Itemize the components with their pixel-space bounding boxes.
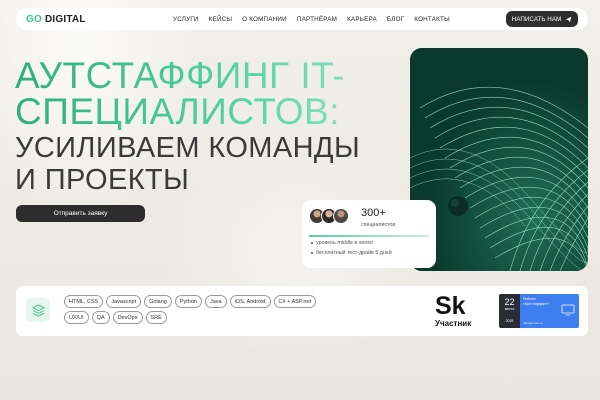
rating-info: Рейтинг «Аутстаффинг» ratingruneta.ru	[520, 294, 579, 328]
header-nav: GO DIGITAL УСЛУГИ КЕЙСЫ О КОМПАНИИ ПАРТН…	[16, 8, 588, 30]
tag-ios-android[interactable]: iOS, Android	[229, 295, 271, 308]
menu-item-contacts[interactable]: КОНТАКТЫ	[414, 16, 450, 23]
menu-item-cases[interactable]: КЕЙСЫ	[209, 16, 233, 23]
menu-item-blog[interactable]: БЛОГ	[387, 16, 404, 23]
technologies-panel: HTML, CSS Javascript Golang Python Java …	[16, 286, 588, 336]
monitor-icon	[561, 304, 575, 316]
bullet-text: бесплатный тест-драйв 5 дней	[316, 250, 392, 256]
menu-item-about[interactable]: О КОМПАНИИ	[242, 16, 287, 23]
specialists-count-label: специалистов	[361, 222, 396, 228]
menu-item-partners[interactable]: ПАРТНЁРАМ	[297, 16, 337, 23]
hero-subtitle: УСИЛИВАЕМ КОМАНДЫ И ПРОЕКТЫ	[15, 132, 360, 196]
skolkovo-mark: Sk	[435, 293, 465, 317]
tag-html-css[interactable]: HTML, CSS	[64, 295, 104, 308]
wave-pattern-image	[410, 48, 588, 271]
tag-row: UX/UI QA DevOps SRE	[64, 311, 354, 324]
skolkovo-label: Участник	[435, 319, 472, 328]
specialists-count: 300+	[361, 207, 386, 219]
send-icon	[565, 16, 572, 22]
rating-year: 2025	[505, 319, 514, 323]
tag-qa[interactable]: QA	[91, 311, 110, 324]
tag-ux-ui[interactable]: UX/UI	[64, 311, 89, 324]
skolkovo-logo: Sk	[435, 292, 466, 320]
divider-line	[309, 235, 429, 237]
bullet-text: уровень middle и senior	[316, 240, 374, 246]
rating-place: 22 место 2025	[499, 294, 520, 328]
tag-java[interactable]: Java	[204, 295, 227, 308]
rating-url: ratingruneta.ru	[523, 321, 543, 325]
send-request-button[interactable]: Отправить заявку	[16, 205, 145, 222]
tag-csharp-aspnet[interactable]: C# + ASP.net	[273, 295, 316, 308]
rating-title-line-2: «Аутстаффинг»	[523, 301, 549, 306]
rating-title: Рейтинг «Аутстаффинг»	[523, 297, 549, 306]
hero-subtitle-line-2: И ПРОЕКТЫ	[15, 164, 190, 196]
logo[interactable]: GO DIGITAL	[26, 14, 158, 25]
tag-devops[interactable]: DevOps	[112, 311, 143, 324]
technology-tags: HTML, CSS Javascript Golang Python Java …	[64, 295, 354, 327]
logo-part-digital: DIGITAL	[44, 13, 86, 25]
avatar-group	[309, 208, 349, 224]
tag-golang[interactable]: Golang	[144, 295, 172, 308]
layers-icon	[26, 298, 50, 322]
logo-part-go: GO	[26, 13, 42, 25]
rating-badge[interactable]: 22 место 2025 Рейтинг «Аутстаффинг» rati…	[499, 294, 579, 328]
hero-subtitle-line-1: УСИЛИВАЕМ КОМАНДЫ	[15, 132, 361, 164]
rating-place-label: место	[504, 307, 515, 311]
send-request-label: Отправить заявку	[53, 210, 108, 217]
rating-place-number: 22	[504, 297, 515, 307]
tag-sre[interactable]: SRE	[145, 311, 167, 324]
skolkovo-badge[interactable]: Sk Участник	[435, 292, 485, 329]
write-us-label: НАПИСАТЬ НАМ	[511, 15, 562, 23]
specialists-card: 300+ специалистов уровень middle и senio…	[302, 200, 436, 268]
menu-item-career[interactable]: КАРЬЕРА	[347, 16, 377, 23]
tag-row: HTML, CSS Javascript Golang Python Java …	[64, 295, 354, 308]
write-us-button[interactable]: НАПИСАТЬ НАМ	[506, 11, 578, 27]
hero-title-line-1: АУТСТАФФИНГ IT-	[15, 55, 346, 96]
avatar	[333, 208, 349, 224]
tag-javascript[interactable]: Javascript	[106, 295, 142, 308]
hero-artwork	[410, 48, 588, 271]
list-item: уровень middle и senior	[311, 240, 373, 246]
hero-title-line-2: СПЕЦИАЛИСТОВ:	[15, 91, 340, 132]
hero-title: АУТСТАФФИНГ IT- СПЕЦИАЛИСТОВ:	[15, 58, 345, 130]
menu-item-services[interactable]: УСЛУГИ	[173, 16, 199, 23]
tag-python[interactable]: Python	[174, 295, 202, 308]
list-item: бесплатный тест-драйв 5 дней	[311, 250, 392, 256]
